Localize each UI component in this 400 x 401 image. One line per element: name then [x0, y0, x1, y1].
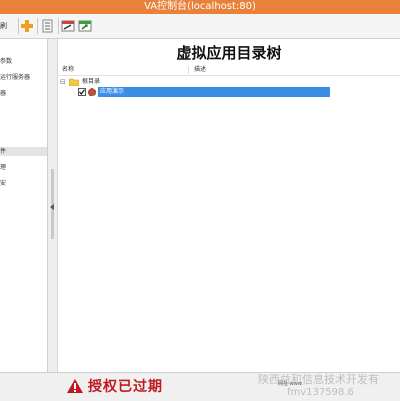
plus-icon [21, 20, 33, 32]
left-nav-item[interactable]: 理 [0, 163, 47, 172]
toolbar-separator [58, 18, 59, 34]
watermark-line-2: fmv137598.6 [287, 387, 354, 398]
left-nav-item[interactable]: 运行服务器 [0, 73, 47, 82]
column-description-header[interactable]: 描述 [194, 65, 206, 75]
left-nav-item[interactable]: 安 [0, 179, 47, 188]
tree-child-node-selected[interactable]: 应用演示 [70, 87, 330, 97]
watermark-line-1: 陕西益和信息技术开发有 [258, 373, 379, 386]
collapse-arrow-icon[interactable] [50, 204, 54, 210]
left-nav-item[interactable]: 参数 [0, 57, 47, 66]
document-button[interactable] [40, 18, 56, 34]
tree-child-label: 应用演示 [100, 88, 125, 95]
license-expired-text: 授权已过期 [88, 379, 163, 395]
left-nav-item[interactable]: 器 [0, 89, 47, 98]
tree-root-node[interactable]: ⊟ 根目录 [60, 77, 260, 87]
column-divider[interactable] [188, 66, 189, 74]
edit-icon [61, 20, 75, 32]
column-name-header[interactable]: 名称 [62, 65, 74, 75]
export-icon [78, 20, 92, 32]
main-content: 虚拟应用目录树 名称 描述 ⊟ 根目录 应用演示 [58, 39, 400, 372]
edit-button[interactable] [60, 18, 76, 34]
folder-icon [69, 78, 79, 86]
checkbox-icon[interactable] [78, 88, 86, 96]
toolbar: 刷 [0, 14, 400, 39]
add-button[interactable] [19, 18, 35, 34]
selection-highlight [98, 87, 330, 97]
toolbar-separator [37, 18, 38, 34]
toolbar-refresh-label[interactable]: 刷 [0, 18, 16, 34]
app-icon [88, 88, 97, 96]
window-title: VA控制台(localhost:80) [0, 0, 400, 14]
document-icon [42, 19, 53, 33]
page-title: 虚拟应用目录树 [176, 44, 282, 62]
panel-splitter[interactable] [48, 39, 58, 372]
tree-root-label: 根目录 [82, 78, 101, 85]
collapse-toggle-icon[interactable]: ⊟ [60, 77, 66, 87]
left-nav-item-selected[interactable]: 件 [0, 147, 47, 156]
left-nav-panel: 参数 运行服务器 器 件 理 安 [0, 39, 48, 372]
export-button[interactable] [77, 18, 93, 34]
warning-icon [67, 379, 83, 393]
tree-column-header: 名称 描述 [58, 65, 400, 76]
